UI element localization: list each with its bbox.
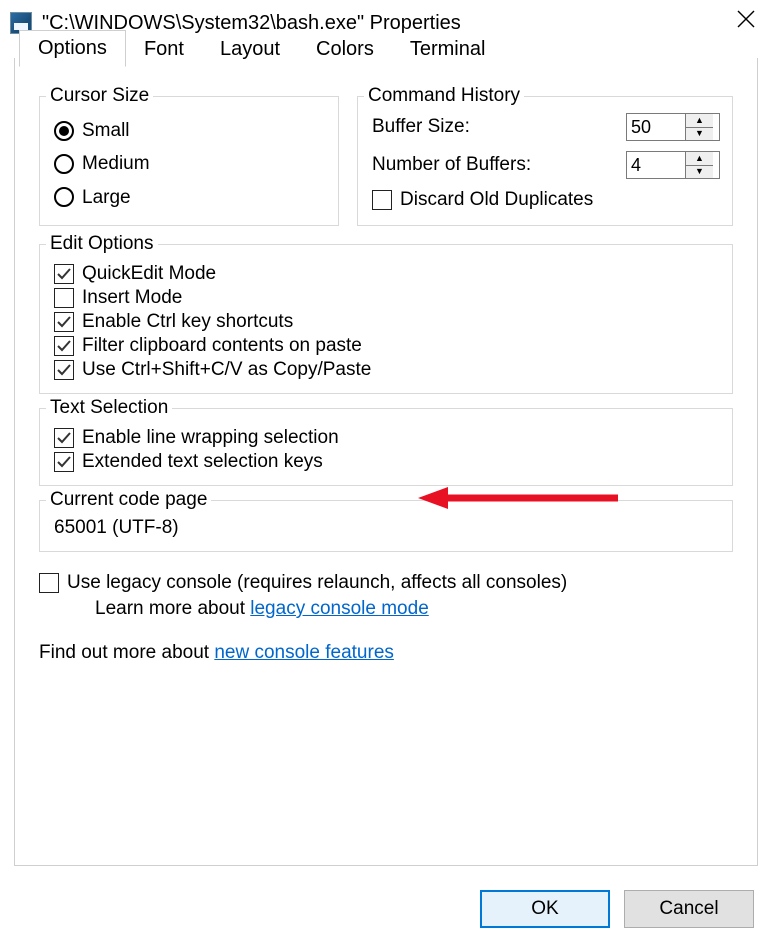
filter-clipboard-label: Filter clipboard contents on paste — [82, 335, 362, 357]
quickedit-label: QuickEdit Mode — [82, 263, 216, 285]
group-cursor-size-legend: Cursor Size — [46, 85, 153, 107]
radio-cursor-medium[interactable]: Medium — [54, 148, 326, 179]
options-panel: Cursor Size Small Medium Large — [39, 96, 733, 851]
checkbox-icon — [54, 312, 74, 332]
dialog-button-row: OK Cancel — [480, 890, 754, 928]
group-text-selection: Text Selection Enable line wrapping sele… — [39, 408, 733, 486]
checkbox-icon — [54, 452, 74, 472]
buffer-size-input[interactable] — [627, 114, 685, 140]
radio-cursor-small[interactable]: Small — [54, 115, 326, 146]
group-text-selection-legend: Text Selection — [46, 397, 172, 419]
code-page-value: 65001 (UTF-8) — [54, 517, 179, 538]
extended-selection-label: Extended text selection keys — [82, 451, 323, 473]
group-code-page-legend: Current code page — [46, 489, 211, 511]
spinner-up-icon[interactable]: ▲ — [686, 152, 713, 166]
radio-icon — [54, 187, 74, 207]
spinner-down-icon[interactable]: ▼ — [686, 128, 713, 141]
num-buffers-input[interactable] — [627, 152, 685, 178]
group-code-page: Current code page 65001 (UTF-8) — [39, 500, 733, 552]
tab-strip: Options Font Layout Colors Terminal — [15, 28, 757, 66]
link-legacy-console-mode[interactable]: legacy console mode — [250, 598, 429, 619]
checkbox-extended-selection[interactable]: Extended text selection keys — [54, 451, 720, 473]
tab-colors[interactable]: Colors — [298, 32, 392, 67]
checkbox-quickedit[interactable]: QuickEdit Mode — [54, 263, 720, 285]
insert-label: Insert Mode — [82, 287, 182, 309]
radio-cursor-small-label: Small — [82, 115, 130, 146]
checkbox-icon — [54, 288, 74, 308]
group-edit-options: Edit Options QuickEdit Mode Insert Mode … — [39, 244, 733, 394]
checkbox-icon — [39, 573, 59, 593]
spinner-down-icon[interactable]: ▼ — [686, 166, 713, 179]
num-buffers-spinner[interactable]: ▲ ▼ — [626, 151, 720, 179]
checkbox-legacy-console[interactable]: Use legacy console (requires relaunch, a… — [39, 572, 733, 594]
radio-cursor-large-label: Large — [82, 182, 131, 213]
checkbox-icon — [372, 190, 392, 210]
tab-font[interactable]: Font — [126, 32, 202, 67]
checkbox-discard-duplicates[interactable]: Discard Old Duplicates — [372, 189, 720, 211]
buffer-size-label: Buffer Size: — [372, 116, 626, 138]
num-buffers-label: Number of Buffers: — [372, 154, 626, 176]
radio-cursor-large[interactable]: Large — [54, 182, 326, 213]
find-more-prefix: Find out more about — [39, 642, 214, 663]
group-command-history: Command History Buffer Size: ▲ ▼ — [357, 96, 733, 226]
ok-button[interactable]: OK — [480, 890, 610, 928]
tab-layout[interactable]: Layout — [202, 32, 298, 67]
spinner-up-icon[interactable]: ▲ — [686, 114, 713, 128]
cancel-button[interactable]: Cancel — [624, 890, 754, 928]
radio-icon — [54, 121, 74, 141]
ctrl-shortcuts-label: Enable Ctrl key shortcuts — [82, 311, 293, 333]
radio-cursor-medium-label: Medium — [82, 148, 150, 179]
checkbox-icon — [54, 264, 74, 284]
group-command-history-legend: Command History — [364, 85, 524, 107]
ctrl-shift-copy-label: Use Ctrl+Shift+C/V as Copy/Paste — [82, 359, 371, 381]
checkbox-icon — [54, 336, 74, 356]
checkbox-insert[interactable]: Insert Mode — [54, 287, 720, 309]
group-cursor-size: Cursor Size Small Medium Large — [39, 96, 339, 226]
dialog-client: Options Font Layout Colors Terminal Curs… — [14, 58, 758, 866]
checkbox-icon — [54, 428, 74, 448]
close-icon — [737, 10, 755, 28]
legacy-learn-prefix: Learn more about — [95, 598, 250, 619]
checkbox-icon — [54, 360, 74, 380]
line-wrap-label: Enable line wrapping selection — [82, 427, 339, 449]
discard-duplicates-label: Discard Old Duplicates — [400, 189, 593, 211]
radio-icon — [54, 154, 74, 174]
legacy-console-label: Use legacy console (requires relaunch, a… — [67, 572, 567, 594]
checkbox-filter-clipboard[interactable]: Filter clipboard contents on paste — [54, 335, 720, 357]
tab-terminal[interactable]: Terminal — [392, 32, 504, 67]
group-edit-options-legend: Edit Options — [46, 233, 158, 255]
checkbox-ctrl-shift-copy[interactable]: Use Ctrl+Shift+C/V as Copy/Paste — [54, 359, 720, 381]
link-new-console-features[interactable]: new console features — [214, 642, 394, 663]
checkbox-line-wrap[interactable]: Enable line wrapping selection — [54, 427, 720, 449]
tab-options[interactable]: Options — [19, 30, 126, 67]
buffer-size-spinner[interactable]: ▲ ▼ — [626, 113, 720, 141]
checkbox-ctrl-shortcuts[interactable]: Enable Ctrl key shortcuts — [54, 311, 720, 333]
